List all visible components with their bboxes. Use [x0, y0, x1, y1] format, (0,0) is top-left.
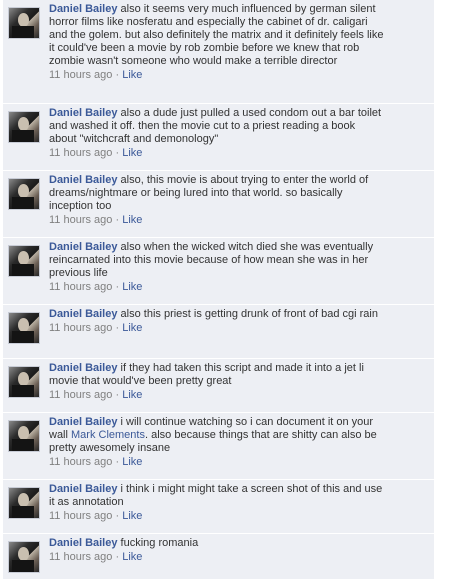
avatar[interactable] — [8, 111, 40, 143]
avatar[interactable] — [8, 487, 40, 519]
like-link[interactable]: Like — [122, 510, 142, 522]
meta-separator: · — [115, 551, 120, 563]
comment-body: Daniel Bailey i think i might might take… — [49, 483, 384, 523]
comment-meta: 11 hours ago · Like — [49, 322, 384, 335]
like-link[interactable]: Like — [122, 456, 142, 468]
comment-item: Daniel Bailey also, this movie is about … — [3, 171, 434, 238]
timestamp: 11 hours ago — [49, 69, 113, 81]
meta-separator: · — [115, 510, 120, 522]
meta-separator: · — [115, 69, 120, 81]
author-link[interactable]: Daniel Bailey — [49, 537, 117, 549]
avatar[interactable] — [8, 178, 40, 210]
comment-meta: 11 hours ago · Like — [49, 214, 384, 227]
author-link[interactable]: Daniel Bailey — [49, 416, 117, 428]
comment-meta: 11 hours ago · Like — [49, 69, 384, 82]
like-link[interactable]: Like — [122, 147, 142, 159]
timestamp: 11 hours ago — [49, 322, 113, 334]
like-link[interactable]: Like — [122, 214, 142, 226]
avatar[interactable] — [8, 312, 40, 344]
meta-separator: · — [115, 281, 120, 293]
timestamp: 11 hours ago — [49, 456, 113, 468]
comment-meta: 11 hours ago · Like — [49, 551, 384, 564]
author-link[interactable]: Daniel Bailey — [49, 174, 117, 186]
author-link[interactable]: Daniel Bailey — [49, 362, 117, 374]
avatar[interactable] — [8, 366, 40, 398]
author-link[interactable]: Daniel Bailey — [49, 308, 117, 320]
meta-separator: · — [115, 389, 120, 401]
like-link[interactable]: Like — [122, 551, 142, 563]
timestamp: 11 hours ago — [49, 510, 113, 522]
comment-body: Daniel Bailey also this priest is gettin… — [49, 308, 384, 335]
comment-item: Daniel Bailey fucking romania 11 hours a… — [3, 534, 434, 580]
timestamp: 11 hours ago — [49, 214, 113, 226]
meta-separator: · — [115, 214, 120, 226]
avatar[interactable] — [8, 245, 40, 277]
comment-body: Daniel Bailey also it seems very much in… — [49, 3, 384, 82]
author-link[interactable]: Daniel Bailey — [49, 483, 117, 495]
comment-body: Daniel Bailey also when the wicked witch… — [49, 241, 384, 294]
like-link[interactable]: Like — [122, 389, 142, 401]
comment-meta: 11 hours ago · Like — [49, 456, 384, 469]
avatar[interactable] — [8, 7, 40, 39]
mention-link[interactable]: Mark Clements — [71, 429, 145, 441]
author-link[interactable]: Daniel Bailey — [49, 3, 117, 15]
comment-item: Daniel Bailey i think i might might take… — [3, 480, 434, 534]
timestamp: 11 hours ago — [49, 147, 113, 159]
comment-meta: 11 hours ago · Like — [49, 389, 384, 402]
comment-body: Daniel Bailey i will continue watching s… — [49, 416, 384, 469]
comment-meta: 11 hours ago · Like — [49, 147, 384, 160]
meta-separator: · — [115, 456, 120, 468]
meta-separator: · — [115, 322, 120, 334]
like-link[interactable]: Like — [122, 281, 142, 293]
comment-item: Daniel Bailey also when the wicked witch… — [3, 238, 434, 305]
comment-body: Daniel Bailey also, this movie is about … — [49, 174, 384, 227]
comment-item: Daniel Bailey also it seems very much in… — [3, 0, 434, 104]
comment-body: Daniel Bailey fucking romania 11 hours a… — [49, 537, 384, 564]
meta-separator: · — [115, 147, 120, 159]
comment-text: also this priest is getting drunk of fro… — [120, 308, 378, 320]
author-link[interactable]: Daniel Bailey — [49, 107, 117, 119]
comment-item: Daniel Bailey if they had taken this scr… — [3, 359, 434, 413]
comment-body: Daniel Bailey also a dude just pulled a … — [49, 107, 384, 160]
avatar[interactable] — [8, 541, 40, 573]
like-link[interactable]: Like — [122, 69, 142, 81]
comment-item: Daniel Bailey i will continue watching s… — [3, 413, 434, 480]
like-link[interactable]: Like — [122, 322, 142, 334]
comment-item: Daniel Bailey also a dude just pulled a … — [3, 104, 434, 171]
comment-text: fucking romania — [120, 537, 199, 549]
author-link[interactable]: Daniel Bailey — [49, 241, 117, 253]
avatar[interactable] — [8, 420, 40, 452]
comment-meta: 11 hours ago · Like — [49, 281, 384, 294]
timestamp: 11 hours ago — [49, 281, 113, 293]
comment-item: Daniel Bailey also this priest is gettin… — [3, 305, 434, 359]
timestamp: 11 hours ago — [49, 389, 113, 401]
timestamp: 11 hours ago — [49, 551, 113, 563]
comment-body: Daniel Bailey if they had taken this scr… — [49, 362, 384, 402]
comment-meta: 11 hours ago · Like — [49, 510, 384, 523]
